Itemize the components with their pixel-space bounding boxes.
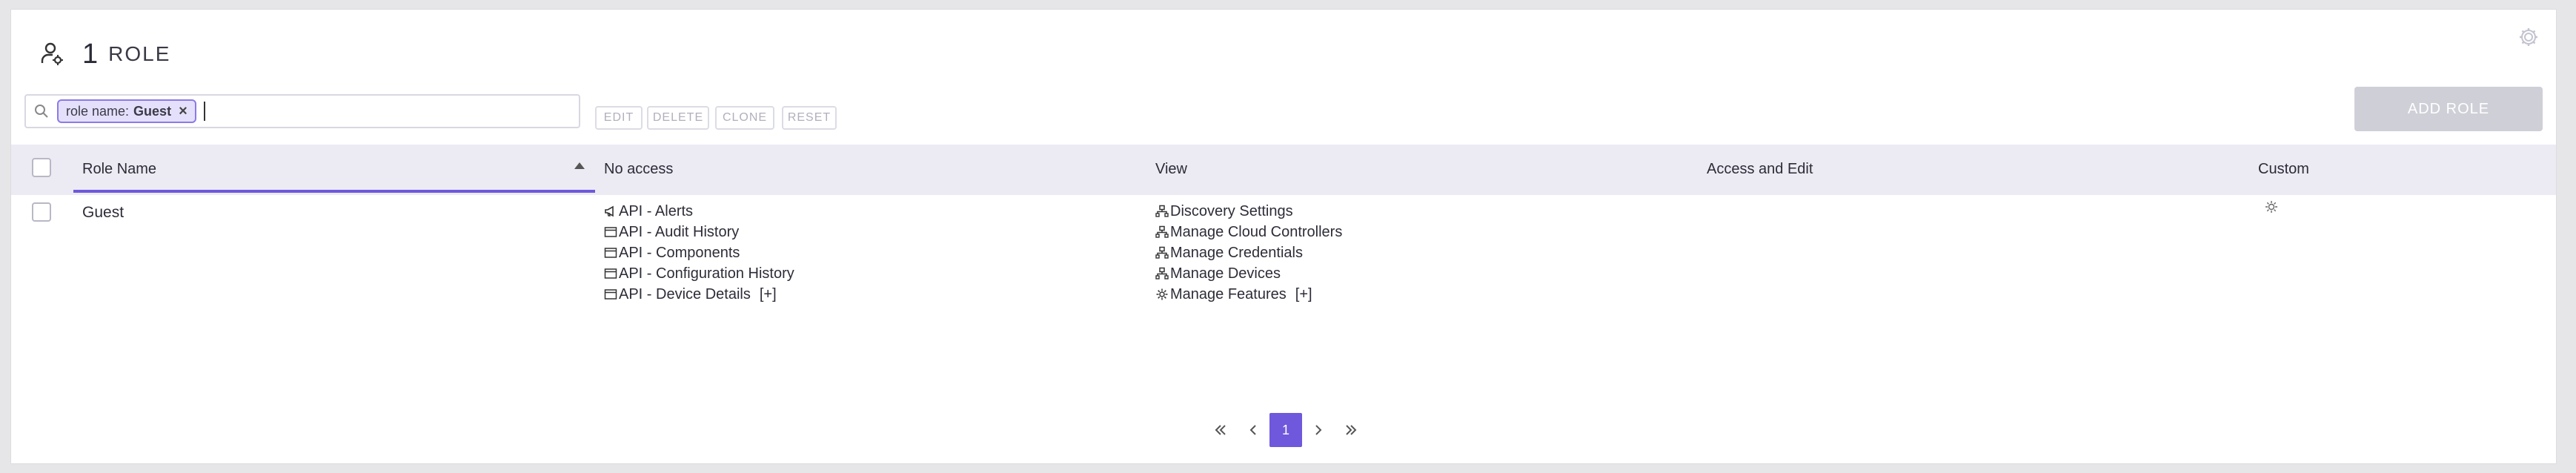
permission-label: API - Components <box>619 244 740 261</box>
sort-indicator <box>73 190 595 193</box>
list-item: API - Alerts <box>604 201 794 222</box>
network-icon <box>1155 205 1169 217</box>
network-icon <box>1155 246 1169 259</box>
double-chevron-right-icon <box>1346 425 1357 435</box>
role-name-cell[interactable]: Guest <box>82 204 124 222</box>
permission-label: API - Alerts <box>619 202 694 219</box>
double-chevron-left-icon <box>1215 425 1226 435</box>
edit-button[interactable]: EDIT <box>595 106 643 130</box>
filter-chip-key: role name: <box>66 103 130 119</box>
permission-label: Discovery Settings <box>1170 202 1293 219</box>
row-checkbox[interactable] <box>32 202 51 222</box>
no-access-list: API - Alerts API - Audit History API - C… <box>604 201 794 305</box>
permission-label: Manage Credentials <box>1170 244 1303 261</box>
chevron-right-icon <box>1315 425 1322 435</box>
window-icon <box>604 227 617 237</box>
column-header-view[interactable]: View <box>1155 161 1187 178</box>
select-all-checkbox[interactable] <box>32 158 51 177</box>
column-header-role-name[interactable]: Role Name <box>82 161 156 178</box>
gear-icon <box>2265 201 2277 213</box>
pagination: 1 <box>1204 413 1367 447</box>
reset-button[interactable]: RESET <box>782 106 837 130</box>
list-item: Manage Credentials <box>1155 242 1342 263</box>
search-input[interactable]: role name: Guest × <box>24 94 580 128</box>
close-icon[interactable]: × <box>179 103 187 120</box>
first-page-button[interactable] <box>1204 413 1237 447</box>
window-icon <box>604 268 617 279</box>
column-header-custom[interactable]: Custom <box>2258 161 2309 178</box>
page-title: ROLE <box>108 42 171 65</box>
add-role-button[interactable]: ADD ROLE <box>2354 87 2543 131</box>
user-role-icon <box>41 42 63 65</box>
filter-chip-value: Guest <box>133 103 172 119</box>
view-list: Discovery Settings Manage Cloud Controll… <box>1155 201 1342 305</box>
megaphone-icon <box>605 205 614 217</box>
column-header-access-edit[interactable]: Access and Edit <box>1707 161 1813 178</box>
clone-button[interactable]: CLONE <box>715 106 774 130</box>
last-page-button[interactable] <box>1335 413 1367 447</box>
gear-icon <box>1156 288 1168 300</box>
permission-label: Manage Features <box>1170 285 1287 302</box>
filter-chip-role-name[interactable]: role name: Guest × <box>57 99 196 123</box>
settings-gear-icon[interactable] <box>2517 26 2540 48</box>
roles-panel: 1 ROLE role name: Guest × EDIT DELETE CL… <box>10 9 2557 464</box>
permission-label: Manage Cloud Controllers <box>1170 223 1343 240</box>
role-count: 1 <box>82 38 99 70</box>
list-item: API - Configuration History <box>604 263 794 284</box>
list-item: API - Components <box>604 242 794 263</box>
table-header: Role Name No access View Access and Edit… <box>11 145 2556 195</box>
page-number-current[interactable]: 1 <box>1269 413 1302 447</box>
network-icon <box>1155 225 1169 238</box>
list-item: API - Audit History <box>604 222 794 242</box>
permission-label: API - Audit History <box>619 223 740 240</box>
list-item: Manage Features [+] <box>1155 284 1342 305</box>
list-item: Discovery Settings <box>1155 201 1342 222</box>
text-caret <box>203 102 205 121</box>
chevron-left-icon <box>1249 425 1256 435</box>
expand-more-link[interactable]: [+] <box>760 286 777 303</box>
next-page-button[interactable] <box>1302 413 1335 447</box>
permission-label: API - Device Details <box>619 285 751 302</box>
network-icon <box>1155 267 1169 280</box>
previous-page-button[interactable] <box>1237 413 1269 447</box>
permission-label: API - Configuration History <box>619 265 794 282</box>
column-header-no-access[interactable]: No access <box>604 161 673 178</box>
permission-label: Manage Devices <box>1170 265 1281 282</box>
sort-ascending-icon[interactable] <box>574 162 585 169</box>
search-icon <box>35 105 48 118</box>
page-header: 1 ROLE <box>38 32 170 76</box>
expand-more-link[interactable]: [+] <box>1295 286 1312 303</box>
list-item: Manage Devices <box>1155 263 1342 284</box>
delete-button[interactable]: DELETE <box>647 106 709 130</box>
window-icon <box>604 248 617 258</box>
list-item: API - Device Details [+] <box>604 284 794 305</box>
list-item: Manage Cloud Controllers <box>1155 222 1342 242</box>
window-icon <box>604 289 617 300</box>
